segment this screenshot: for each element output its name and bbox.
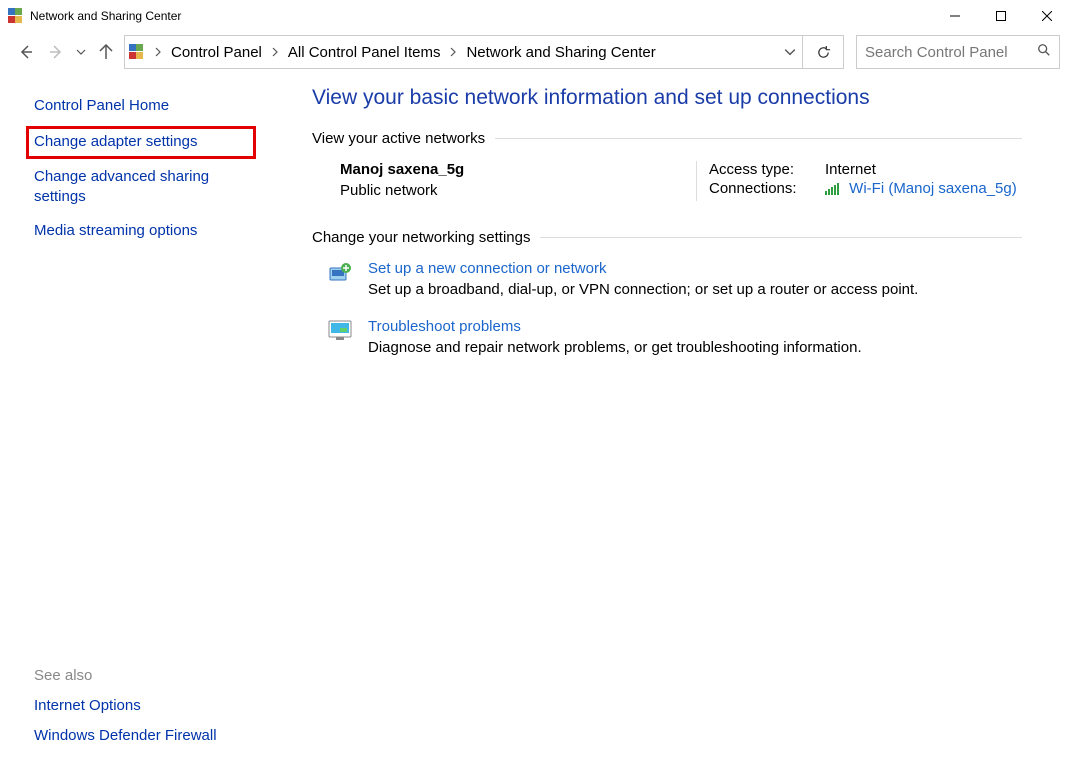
search-icon[interactable] bbox=[1037, 43, 1051, 61]
troubleshoot-icon bbox=[312, 318, 368, 356]
see-also: See also Internet Options Windows Defend… bbox=[34, 667, 217, 757]
connection-link[interactable]: Wi-Fi (Manoj saxena_5g) bbox=[849, 180, 1017, 197]
task-setup-connection: Set up a new connection or network Set u… bbox=[312, 260, 1022, 298]
connections-label: Connections: bbox=[709, 180, 825, 199]
sidebar-link-media-streaming[interactable]: Media streaming options bbox=[34, 221, 296, 241]
sidebar-link-advanced-sharing[interactable]: Change advanced sharing settings bbox=[34, 167, 214, 208]
sidebar-link-adapter-settings[interactable]: Change adapter settings bbox=[30, 130, 252, 154]
address-bar[interactable]: Control Panel All Control Panel Items Ne… bbox=[124, 35, 844, 69]
task-troubleshoot: Troubleshoot problems Diagnose and repai… bbox=[312, 318, 1022, 356]
breadcrumb-item[interactable]: Control Panel bbox=[167, 44, 266, 61]
see-also-internet-options[interactable]: Internet Options bbox=[34, 696, 217, 716]
back-button[interactable] bbox=[14, 40, 38, 64]
sidebar: Control Panel Home Change adapter settin… bbox=[0, 72, 296, 782]
setup-connection-icon bbox=[312, 260, 368, 298]
change-settings-header: Change your networking settings bbox=[312, 229, 1022, 246]
sidebar-link-home[interactable]: Control Panel Home bbox=[34, 96, 296, 116]
network-name: Manoj saxena_5g bbox=[340, 161, 696, 178]
wifi-signal-icon bbox=[825, 182, 841, 199]
maximize-button[interactable] bbox=[978, 0, 1024, 32]
refresh-button[interactable] bbox=[802, 36, 843, 68]
app-icon bbox=[8, 8, 24, 24]
minimize-button[interactable] bbox=[932, 0, 978, 32]
breadcrumb-item[interactable]: All Control Panel Items bbox=[284, 44, 445, 61]
task-desc: Diagnose and repair network problems, or… bbox=[368, 339, 862, 356]
access-type-label: Access type: bbox=[709, 161, 825, 178]
title-bar: Network and Sharing Center bbox=[0, 0, 1070, 32]
active-networks-header: View your active networks bbox=[312, 130, 1022, 147]
control-panel-icon bbox=[129, 44, 145, 60]
window-title: Network and Sharing Center bbox=[30, 9, 181, 23]
active-network: Manoj saxena_5g Public network Access ty… bbox=[312, 161, 1022, 201]
see-also-firewall[interactable]: Windows Defender Firewall bbox=[34, 726, 217, 746]
history-dropdown[interactable] bbox=[74, 40, 88, 64]
task-link-setup[interactable]: Set up a new connection or network bbox=[368, 260, 918, 277]
page-heading: View your basic network information and … bbox=[312, 86, 1022, 110]
task-link-troubleshoot[interactable]: Troubleshoot problems bbox=[368, 318, 862, 335]
see-also-header: See also bbox=[34, 667, 217, 684]
chevron-right-icon[interactable] bbox=[448, 44, 458, 61]
close-button[interactable] bbox=[1024, 0, 1070, 32]
forward-button[interactable] bbox=[44, 40, 68, 64]
up-button[interactable] bbox=[94, 40, 118, 64]
search-box[interactable]: Search Control Panel bbox=[856, 35, 1060, 69]
nav-bar: Control Panel All Control Panel Items Ne… bbox=[0, 32, 1070, 72]
access-type-value: Internet bbox=[825, 161, 876, 178]
chevron-right-icon[interactable] bbox=[153, 44, 163, 61]
task-desc: Set up a broadband, dial-up, or VPN conn… bbox=[368, 281, 918, 298]
chevron-right-icon[interactable] bbox=[270, 44, 280, 61]
address-dropdown[interactable] bbox=[778, 36, 802, 68]
search-placeholder: Search Control Panel bbox=[865, 44, 1008, 61]
network-type: Public network bbox=[340, 182, 696, 199]
breadcrumb-item[interactable]: Network and Sharing Center bbox=[462, 44, 659, 61]
main-panel: View your basic network information and … bbox=[296, 72, 1070, 782]
